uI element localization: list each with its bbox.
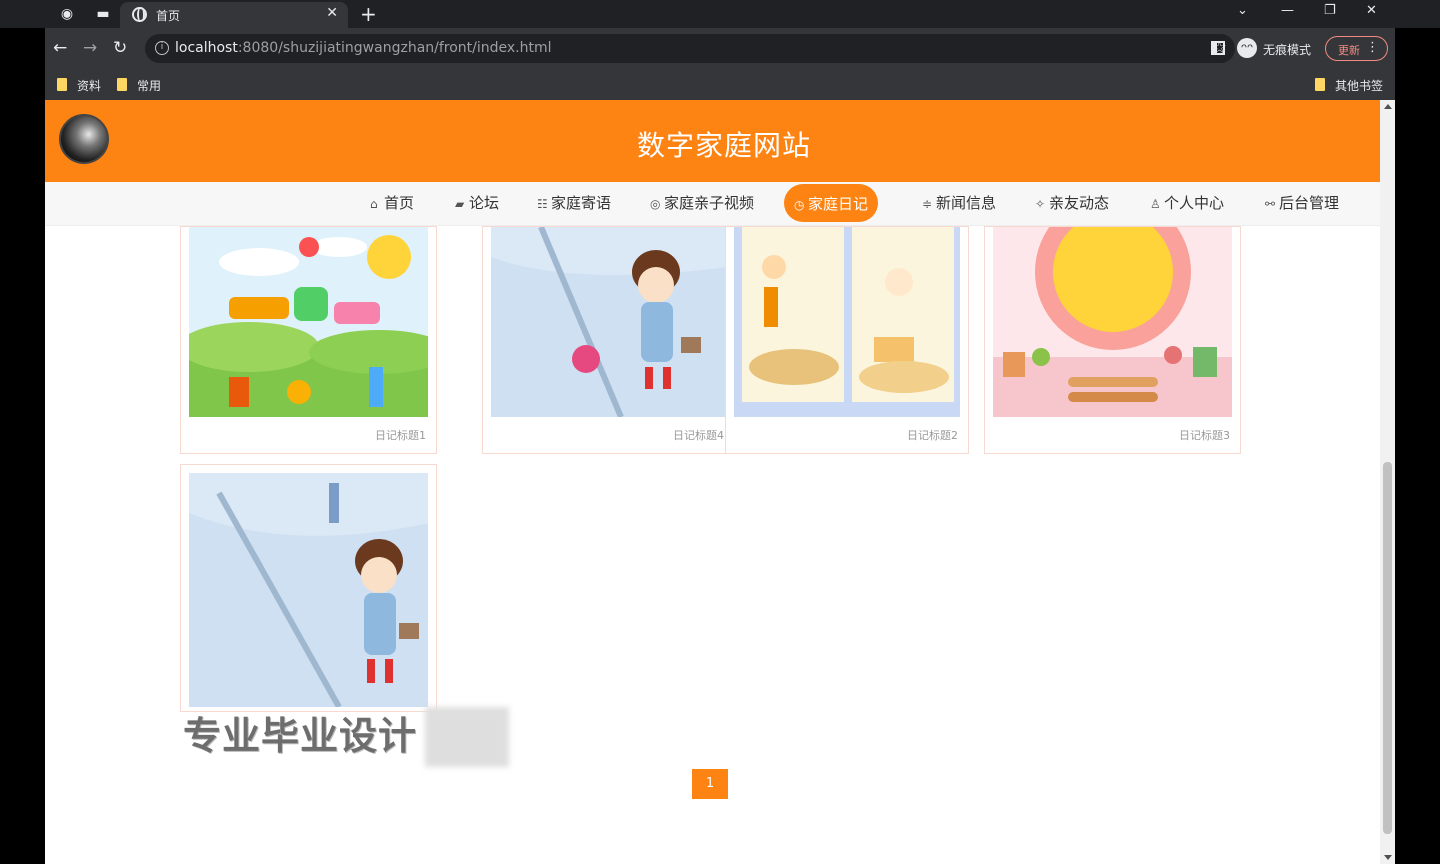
bookmark-folder[interactable]: 资料: [57, 77, 101, 94]
forward-icon[interactable]: →: [83, 38, 97, 58]
diary-title[interactable]: 日记标题1: [375, 427, 426, 443]
pagination-page-1[interactable]: 1: [692, 769, 728, 799]
nav-news[interactable]: ≑ 新闻信息: [922, 192, 996, 213]
nav-admin[interactable]: ⚯ 后台管理: [1265, 192, 1339, 213]
browser-tab[interactable]: 首页 ✕: [120, 2, 348, 28]
diary-card[interactable]: 日记标题3: [984, 226, 1241, 454]
diary-title[interactable]: 日记标题3: [1179, 427, 1230, 443]
web-page: 数字家庭网站 ⌂ 首页 ▰ 论坛 ☷ 家庭寄语 ◎ 家庭亲子视频 ◷ 家庭日记 ≑ 新闻信息…: [45, 100, 1380, 864]
video-icon: ◎: [650, 197, 661, 211]
nav-family-diary[interactable]: ◷ 家庭日记: [784, 184, 879, 222]
nav-family-video[interactable]: ◎ 家庭亲子视频: [650, 192, 754, 213]
scrollbar-thumb[interactable]: [1383, 462, 1392, 834]
update-button[interactable]: 更新 ⋮: [1325, 36, 1388, 61]
diary-cover-image[interactable]: [734, 227, 960, 417]
nav-friends-updates[interactable]: ✧ 亲友动态: [1035, 192, 1109, 213]
tab-search-icon[interactable]: ▬: [94, 5, 112, 23]
scroll-down-icon[interactable]: [1384, 855, 1392, 860]
diary-title[interactable]: 日记标题4: [673, 427, 724, 443]
address-bar[interactable]: i localhost:8080/shuzijiatingwangzhan/fr…: [145, 34, 1235, 63]
page-scrollbar[interactable]: [1380, 100, 1395, 864]
nav-home[interactable]: ⌂ 首页: [370, 192, 414, 213]
browser-tab-bar: ◉ ▬ 首页 ✕ + ⌄ — ❐ ✕: [0, 0, 1440, 28]
chevron-down-icon[interactable]: ⌄: [1237, 3, 1248, 18]
scroll-up-icon[interactable]: [1384, 104, 1392, 109]
profile-icon[interactable]: ◉: [58, 5, 76, 23]
info-icon[interactable]: i: [155, 41, 169, 55]
clock-icon: ◷: [794, 198, 805, 212]
diary-cover-image[interactable]: [189, 227, 428, 417]
main-nav: ⌂ 首页 ▰ 论坛 ☷ 家庭寄语 ◎ 家庭亲子视频 ◷ 家庭日记 ≑ 新闻信息 ✧ 亲友动态 …: [45, 182, 1380, 226]
nav-forum[interactable]: ▰ 论坛: [455, 192, 499, 213]
diary-card[interactable]: 日记标题2: [725, 226, 969, 454]
spark-icon: ✧: [1035, 197, 1046, 211]
diary-cover-image[interactable]: [189, 473, 428, 707]
incognito-label: 无痕模式: [1263, 43, 1312, 57]
nav-personal-center[interactable]: ♙ 个人中心: [1150, 192, 1224, 213]
browser-toolbar: ← → ↻ i localhost:8080/shuzijiatingwangz…: [45, 28, 1395, 70]
tab-title: 首页: [156, 9, 181, 23]
bookmark-folder[interactable]: 常用: [117, 77, 161, 94]
site-header: 数字家庭网站: [45, 100, 1380, 182]
graduation-cap-icon: ▰: [455, 197, 465, 211]
home-icon: ⌂: [370, 197, 378, 211]
incognito-icon: ᴖᴖ: [1237, 38, 1257, 58]
message-icon: ☷: [537, 197, 548, 211]
diary-card[interactable]: 日记标题1: [180, 226, 437, 454]
other-bookmarks-folder[interactable]: 其他书签: [1315, 77, 1383, 94]
restore-icon[interactable]: ❐: [1324, 3, 1336, 18]
more-icon[interactable]: ⋮: [1366, 40, 1379, 55]
blurred-region: [425, 707, 509, 767]
minimize-icon[interactable]: —: [1281, 3, 1294, 18]
watermark-text: 专业毕业设计: [183, 714, 418, 758]
diary-cover-image[interactable]: [491, 227, 726, 417]
new-tab-button[interactable]: +: [360, 2, 377, 26]
globe-icon: [132, 7, 147, 22]
bookmarks-bar: 资料 常用 其他书签: [45, 70, 1395, 100]
reload-icon[interactable]: ↻: [113, 38, 127, 58]
diary-cover-image[interactable]: [993, 227, 1232, 417]
window-close-icon[interactable]: ✕: [1366, 3, 1377, 18]
back-icon[interactable]: ←: [53, 38, 67, 58]
side-panel-icon[interactable]: [1211, 41, 1225, 55]
nav-family-message[interactable]: ☷ 家庭寄语: [537, 192, 611, 213]
news-icon: ≑: [922, 197, 933, 211]
diary-card[interactable]: [180, 464, 437, 712]
site-title: 数字家庭网站: [636, 129, 811, 162]
url-text[interactable]: localhost:8080/shuzijiatingwangzhan/fron…: [175, 40, 552, 56]
diary-title[interactable]: 日记标题2: [907, 427, 958, 443]
user-icon: ♙: [1150, 197, 1161, 211]
diary-card[interactable]: 日记标题4: [482, 226, 735, 454]
link-icon: ⚯: [1265, 197, 1276, 211]
close-icon[interactable]: ✕: [326, 5, 338, 21]
